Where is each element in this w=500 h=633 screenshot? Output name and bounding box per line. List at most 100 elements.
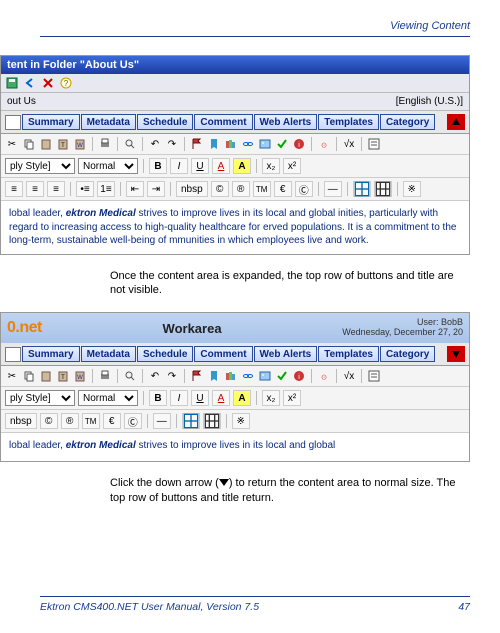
redo-icon[interactable]: ↷ xyxy=(165,137,179,151)
bookmark-icon[interactable] xyxy=(207,137,221,151)
link-icon[interactable] xyxy=(241,137,255,151)
view-source-button[interactable]: ※ xyxy=(232,413,250,429)
reg-button[interactable]: ® xyxy=(232,181,250,197)
tab-schedule-b[interactable]: Schedule xyxy=(137,346,193,362)
id-field[interactable] xyxy=(5,115,21,130)
table-props-button[interactable] xyxy=(374,181,392,197)
table-button[interactable] xyxy=(182,413,200,429)
tab-comment[interactable]: Comment xyxy=(194,114,252,130)
size-select[interactable]: Normal xyxy=(78,158,138,174)
table-props-button[interactable] xyxy=(203,413,221,429)
back-arrow-icon[interactable] xyxy=(23,76,37,90)
hr-button[interactable]: — xyxy=(153,413,171,429)
bookmark-icon[interactable] xyxy=(207,369,221,383)
form-icon[interactable] xyxy=(367,137,381,151)
align-left-button[interactable]: ≡ xyxy=(5,181,23,197)
paste-word-icon[interactable]: W xyxy=(73,369,87,383)
tab-web-alerts-b[interactable]: Web Alerts xyxy=(254,346,318,362)
tab-category-b[interactable]: Category xyxy=(380,346,435,362)
about-icon[interactable]: i xyxy=(292,369,306,383)
undo-icon[interactable]: ↶ xyxy=(148,369,162,383)
style-select-b[interactable]: ply Style] xyxy=(5,390,75,406)
size-select-b[interactable]: Normal xyxy=(78,390,138,406)
find-icon[interactable] xyxy=(123,369,137,383)
euro-button[interactable]: € xyxy=(103,413,121,429)
tab-category[interactable]: Category xyxy=(380,114,435,130)
cut-icon[interactable]: ✂ xyxy=(5,369,19,383)
sub-button[interactable]: x₂ xyxy=(262,158,280,174)
view-source-button[interactable]: ※ xyxy=(403,181,421,197)
tab-summary-b[interactable]: Summary xyxy=(22,346,80,362)
align-center-button[interactable]: ≡ xyxy=(26,181,44,197)
image-icon[interactable] xyxy=(258,369,272,383)
reg-button[interactable]: ® xyxy=(61,413,79,429)
nbsp-button[interactable]: nbsp xyxy=(176,181,208,197)
redo-icon[interactable]: ↷ xyxy=(165,369,179,383)
euro-button[interactable]: € xyxy=(274,181,292,197)
char-icon[interactable]: ۞ xyxy=(317,369,331,383)
font-color-button[interactable]: A xyxy=(212,390,230,406)
help-icon[interactable]: ? xyxy=(59,76,73,90)
validate-icon[interactable] xyxy=(275,137,289,151)
paste-text-icon[interactable]: T xyxy=(56,137,70,151)
id-field-b[interactable] xyxy=(5,347,21,362)
sub-button[interactable]: x₂ xyxy=(262,390,280,406)
paste-text-icon[interactable]: T xyxy=(56,369,70,383)
content-editor-pane-b[interactable]: lobal leader, ektron Medical strives to … xyxy=(1,433,469,461)
find-icon[interactable] xyxy=(123,137,137,151)
paste-word-icon[interactable]: W xyxy=(73,137,87,151)
underline-button[interactable]: U xyxy=(191,158,209,174)
link-icon[interactable] xyxy=(241,369,255,383)
circle-c-button[interactable]: Ⓒ xyxy=(124,413,142,429)
cut-icon[interactable]: ✂ xyxy=(5,137,19,151)
library-icon[interactable] xyxy=(224,369,238,383)
number-list-button[interactable]: 1≡ xyxy=(97,181,115,197)
highlight-button[interactable]: A xyxy=(233,158,251,174)
equation-icon[interactable]: √x xyxy=(342,369,356,383)
form-icon[interactable] xyxy=(367,369,381,383)
about-icon[interactable]: i xyxy=(292,137,306,151)
print-icon[interactable] xyxy=(98,137,112,151)
underline-button[interactable]: U xyxy=(191,390,209,406)
char-icon[interactable]: ۞ xyxy=(317,137,331,151)
tab-schedule[interactable]: Schedule xyxy=(137,114,193,130)
delete-x-icon[interactable] xyxy=(41,76,55,90)
tab-web-alerts[interactable]: Web Alerts xyxy=(254,114,318,130)
sup-button[interactable]: x² xyxy=(283,390,301,406)
tab-metadata-b[interactable]: Metadata xyxy=(81,346,136,362)
validate-icon[interactable] xyxy=(275,369,289,383)
table-button[interactable] xyxy=(353,181,371,197)
tm-button[interactable]: TM xyxy=(253,181,271,197)
image-icon[interactable] xyxy=(258,137,272,151)
content-editor-pane[interactable]: lobal leader, ektron Medical strives to … xyxy=(1,201,469,254)
expand-down-arrow-icon[interactable] xyxy=(447,346,465,362)
tab-templates-b[interactable]: Templates xyxy=(318,346,379,362)
paste-icon[interactable] xyxy=(39,369,53,383)
equation-icon[interactable]: √x xyxy=(342,137,356,151)
tab-comment-b[interactable]: Comment xyxy=(194,346,252,362)
bold-button[interactable]: B xyxy=(149,158,167,174)
indent-button[interactable]: ⇥ xyxy=(147,181,165,197)
tab-metadata[interactable]: Metadata xyxy=(81,114,136,130)
copy-icon[interactable] xyxy=(22,369,36,383)
style-select[interactable]: ply Style] xyxy=(5,158,75,174)
bullet-list-button[interactable]: •≡ xyxy=(76,181,94,197)
tm-button[interactable]: TM xyxy=(82,413,100,429)
italic-button[interactable]: I xyxy=(170,390,188,406)
undo-icon[interactable]: ↶ xyxy=(148,137,162,151)
align-right-button[interactable]: ≡ xyxy=(47,181,65,197)
flag-icon[interactable] xyxy=(190,369,204,383)
paste-icon[interactable] xyxy=(39,137,53,151)
copyright-button[interactable]: © xyxy=(40,413,58,429)
library-icon[interactable] xyxy=(224,137,238,151)
save-icon[interactable] xyxy=(5,76,19,90)
sup-button[interactable]: x² xyxy=(283,158,301,174)
copy-icon[interactable] xyxy=(22,137,36,151)
copyright-button[interactable]: © xyxy=(211,181,229,197)
hr-button[interactable]: — xyxy=(324,181,342,197)
tab-summary[interactable]: Summary xyxy=(22,114,80,130)
print-icon[interactable] xyxy=(98,369,112,383)
font-color-button[interactable]: A xyxy=(212,158,230,174)
outdent-button[interactable]: ⇤ xyxy=(126,181,144,197)
bold-button[interactable]: B xyxy=(149,390,167,406)
